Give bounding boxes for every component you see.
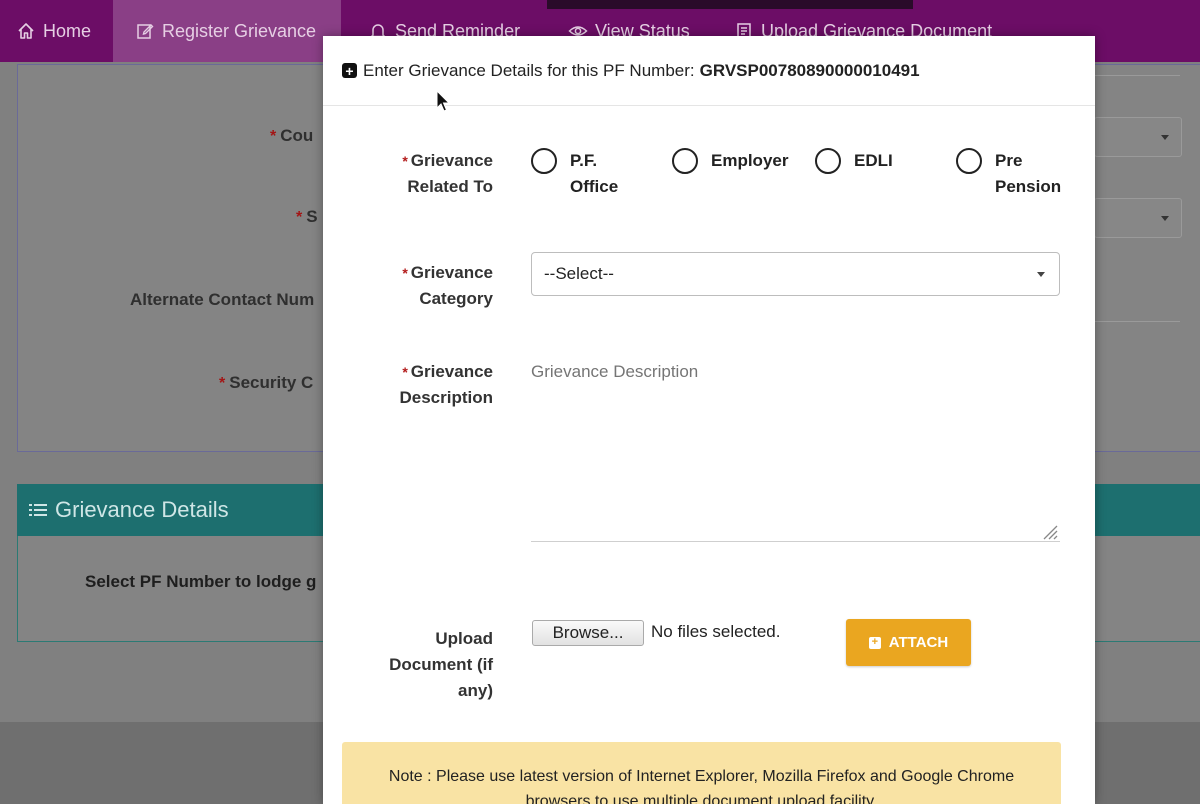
nav-register-label: Register Grievance [162, 20, 317, 41]
country-select[interactable] [1094, 117, 1182, 157]
edit-icon [135, 21, 155, 41]
browser-note: Note : Please use latest version of Inte… [342, 742, 1061, 804]
list-icon [29, 497, 47, 523]
description-label: * Grievance Description [399, 362, 493, 407]
category-select[interactable]: --Select-- [531, 252, 1060, 296]
divider [1094, 321, 1180, 322]
related-to-label: * Grievance Related To [402, 151, 493, 196]
mouse-cursor-icon [436, 90, 451, 112]
description-textarea[interactable] [531, 352, 1060, 542]
country-label: * Cou [270, 126, 314, 145]
attach-button[interactable]: + ATTACH [846, 619, 971, 666]
resize-grip-icon[interactable] [1040, 522, 1058, 540]
file-status: No files selected. [651, 622, 781, 641]
modal-title: Enter Grievance Details for this PF Numb… [363, 60, 695, 80]
select-pf-text: Select PF Number to lodge g [85, 572, 317, 591]
security-code-label: * Security C [219, 373, 314, 392]
browse-button[interactable]: Browse... [532, 620, 644, 646]
plus-square-icon: + [868, 636, 881, 649]
plus-square-icon: + [342, 63, 357, 78]
home-icon [16, 21, 36, 41]
radio-pf-office[interactable]: P.F. Office [531, 148, 618, 200]
radio-circle[interactable] [672, 148, 698, 174]
attach-label: ATTACH [888, 634, 949, 651]
grievance-details-title: Grievance Details [55, 497, 229, 522]
upload-label: Upload Document (if any) [389, 629, 493, 700]
pf-number: GRVSP00780890000010491 [699, 60, 920, 80]
category-selected: --Select-- [544, 264, 614, 283]
category-label: * Grievance Category [402, 263, 493, 308]
radio-edli[interactable]: EDLI [815, 148, 893, 174]
divider [1094, 75, 1180, 76]
grievance-modal: + Enter Grievance Details for this PF Nu… [323, 36, 1095, 804]
radio-employer[interactable]: Employer [672, 148, 788, 174]
radio-circle[interactable] [815, 148, 841, 174]
chevron-down-icon [1037, 272, 1045, 277]
radio-circle[interactable] [531, 148, 557, 174]
radio-pre-pension[interactable]: Pre Pension [956, 148, 1061, 200]
radio-circle[interactable] [956, 148, 982, 174]
state-select[interactable] [1094, 198, 1182, 238]
alternate-contact-label: Alternate Contact Num [130, 290, 315, 309]
nav-register-grievance[interactable]: Register Grievance [113, 0, 341, 62]
nav-home[interactable]: Home [0, 0, 113, 62]
nav-home-label: Home [43, 20, 92, 41]
state-label: * S [296, 207, 318, 226]
